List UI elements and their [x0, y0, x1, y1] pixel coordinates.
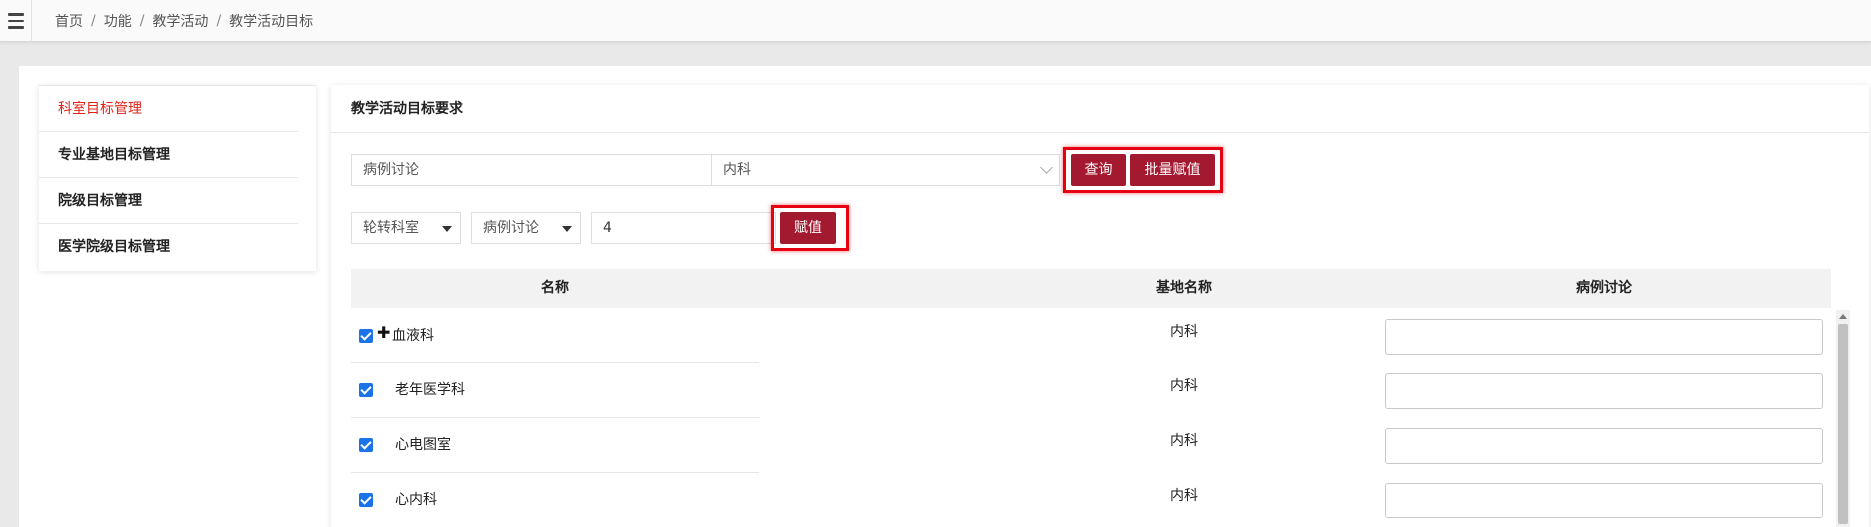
- table-row: 老年医学科 内科: [351, 363, 1831, 418]
- sidebar-item-college-target[interactable]: 医学院级目标管理: [39, 224, 298, 270]
- row-name: 老年医学科: [395, 382, 465, 398]
- row-value-input[interactable]: [1385, 319, 1823, 355]
- column-header-base: 基地名称: [1156, 280, 1212, 296]
- dept-filter-value: 内科: [723, 162, 751, 178]
- row-value-input[interactable]: [1385, 483, 1823, 518]
- table-row: ✚ 血液科 内科: [351, 308, 1831, 363]
- breadcrumb-functions[interactable]: 功能: [104, 11, 132, 31]
- plus-icon[interactable]: ✚: [377, 323, 390, 342]
- row-name: 心内科: [395, 492, 437, 508]
- panel-title: 教学活动目标要求: [331, 85, 1869, 133]
- breadcrumb-separator: /: [216, 13, 222, 29]
- row-checkbox[interactable]: [359, 383, 373, 397]
- activity-filter-select[interactable]: 病例讨论: [351, 154, 732, 186]
- table-row: 心电图室 内科: [351, 418, 1831, 473]
- row-base: 内科: [1170, 324, 1198, 340]
- column-header-name: 名称: [541, 280, 569, 296]
- row-base: 内科: [1170, 488, 1198, 504]
- activity-filter-value: 病例讨论: [363, 162, 419, 178]
- breadcrumb-teaching-activity[interactable]: 教学活动: [152, 11, 208, 31]
- hamburger-menu-icon[interactable]: [0, 0, 32, 42]
- caret-down-icon: [442, 226, 452, 232]
- row-base: 内科: [1170, 433, 1198, 449]
- dept-filter-select[interactable]: 内科: [711, 154, 1060, 186]
- breadcrumb-separator: /: [91, 13, 96, 29]
- breadcrumb-separator: /: [139, 13, 145, 29]
- activity-type-select[interactable]: 病例讨论: [471, 212, 581, 244]
- row-name: 心电图室: [395, 437, 451, 453]
- scroll-up-icon[interactable]: [1839, 314, 1847, 319]
- table-scrollbar[interactable]: [1836, 310, 1850, 527]
- row-checkbox[interactable]: [359, 438, 373, 452]
- row-value-input[interactable]: [1385, 428, 1823, 464]
- row-value-input[interactable]: [1385, 373, 1823, 409]
- table-row: 心内科 内科: [351, 473, 1831, 527]
- scrollbar-thumb[interactable]: [1838, 324, 1848, 524]
- breadcrumb-current: 教学活动目标: [229, 14, 314, 30]
- caret-down-icon: [562, 226, 572, 232]
- row-checkbox[interactable]: [359, 329, 373, 343]
- row-checkbox[interactable]: [359, 493, 373, 507]
- sidebar-item-dept-target[interactable]: 科室目标管理: [39, 86, 298, 132]
- sidebar: 科室目标管理 专业基地目标管理 院级目标管理 医学院级目标管理: [39, 85, 316, 271]
- query-button[interactable]: 查询: [1071, 154, 1126, 186]
- column-header-case-discussion: 病例讨论: [1576, 280, 1632, 296]
- breadcrumb-home[interactable]: 首页: [55, 11, 83, 31]
- chevron-down-icon: [1040, 161, 1053, 174]
- sidebar-item-hospital-target[interactable]: 院级目标管理: [39, 178, 298, 224]
- assign-button[interactable]: 赋值: [780, 212, 836, 244]
- assign-value-input[interactable]: 4: [591, 212, 776, 244]
- rotation-type-select[interactable]: 轮转科室: [351, 212, 461, 244]
- batch-assign-button[interactable]: 批量赋值: [1130, 154, 1215, 186]
- sidebar-item-base-target[interactable]: 专业基地目标管理: [39, 132, 298, 178]
- table-header: 名称 基地名称 病例讨论: [351, 269, 1831, 308]
- activity-type-value: 病例讨论: [483, 220, 539, 236]
- breadcrumb: 首页 / 功能 / 教学活动 / 教学活动目标: [55, 11, 313, 31]
- rotation-type-value: 轮转科室: [363, 220, 419, 236]
- top-bar: 首页 / 功能 / 教学活动 / 教学活动目标: [0, 0, 1871, 42]
- row-name: 血液科: [392, 328, 434, 344]
- row-base: 内科: [1170, 378, 1198, 394]
